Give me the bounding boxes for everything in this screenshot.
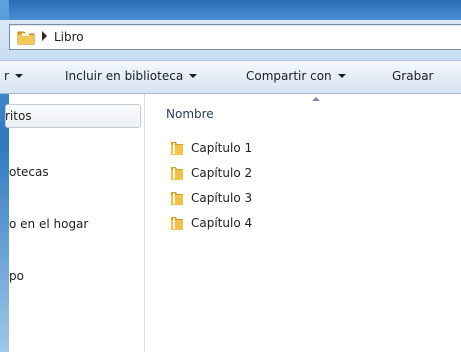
sort-ascending-icon <box>312 97 320 101</box>
toolbar-item-organizar[interactable]: r <box>4 69 23 85</box>
toolbar-item-grabar[interactable]: Grabar <box>392 69 434 85</box>
chevron-right-icon[interactable] <box>42 31 47 41</box>
toolbar-item-compartir-con[interactable]: Compartir con <box>246 69 346 85</box>
nav-item-bibliotecas[interactable]: otecas <box>9 165 49 179</box>
toolbar-item-compartir-label: Compartir con <box>246 69 332 83</box>
folder-icon <box>171 167 183 180</box>
chevron-down-icon <box>14 74 23 78</box>
address-bar-area: Libro <box>0 20 461 60</box>
breadcrumb-item-libro[interactable]: Libro <box>54 30 84 44</box>
toolbar-item-grabar-label: Grabar <box>392 69 434 83</box>
file-name: Capítulo 3 <box>191 191 253 205</box>
toolbar-item-incluir-en-biblioteca[interactable]: Incluir en biblioteca <box>65 69 198 85</box>
folder-icon <box>171 217 183 230</box>
nav-item-grupo-hogar[interactable]: o en el hogar <box>9 217 88 231</box>
toolbar-item-incluir-label: Incluir en biblioteca <box>65 69 184 83</box>
file-name: Capítulo 2 <box>191 166 253 180</box>
nav-item-favoritos[interactable]: ritos <box>5 109 32 123</box>
chevron-down-icon <box>189 74 198 78</box>
window-title-strip <box>0 0 461 20</box>
chevron-down-icon <box>337 74 346 78</box>
toolbar-item-organizar-label: r <box>4 69 9 83</box>
address-bar[interactable]: Libro <box>9 24 461 50</box>
column-header-nombre[interactable]: Nombre <box>166 107 214 121</box>
nav-item-equipo[interactable]: po <box>9 269 24 283</box>
navigation-pane: ritos otecas o en el hogar po <box>5 94 145 352</box>
folder-icon <box>171 142 183 155</box>
file-list: Nombre Capítulo 1 Capítulo 2 Capítulo 3 <box>145 94 461 352</box>
file-name: Capítulo 1 <box>191 141 253 155</box>
folder-icon <box>171 192 183 205</box>
file-name: Capítulo 4 <box>191 216 253 230</box>
folder-icon <box>17 31 35 45</box>
command-bar: r Incluir en biblioteca Compartir con Gr… <box>0 60 461 94</box>
